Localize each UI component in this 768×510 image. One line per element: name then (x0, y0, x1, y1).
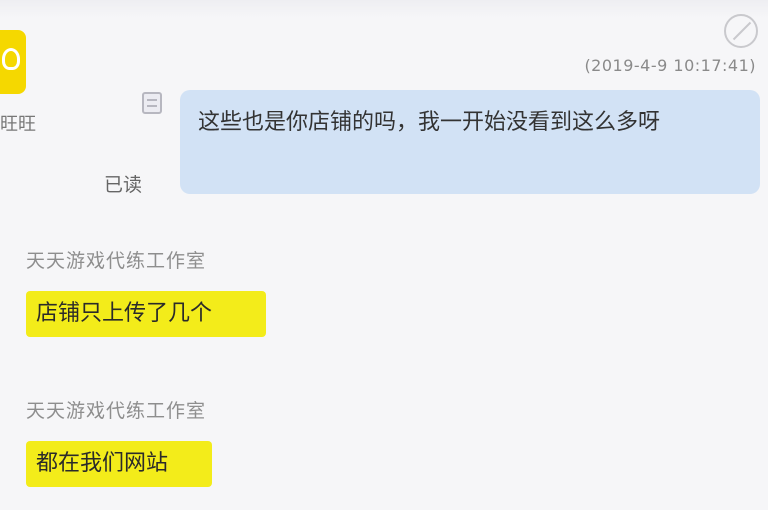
incoming-sender-name: 天天游戏代练工作室 (26, 250, 207, 272)
outgoing-message-bubble[interactable]: 这些也是你店铺的吗，我一开始没看到这么多呀 (180, 90, 760, 194)
outgoing-message-text: 这些也是你店铺的吗，我一开始没看到这么多呀 (198, 110, 661, 135)
read-status: 已读 (104, 174, 143, 196)
contact-avatar-icon[interactable] (0, 30, 26, 94)
message-timestamp: (2019-4-9 10:17:41) (584, 56, 756, 75)
avatar-glyph (2, 48, 20, 70)
incoming-message-bubble[interactable]: 店铺只上传了几个 (26, 291, 266, 337)
incoming-message-bubble[interactable]: 都在我们网站 (26, 441, 212, 487)
expand-icon[interactable] (724, 14, 758, 48)
top-edge (0, 0, 768, 18)
message-icon (142, 92, 162, 114)
incoming-sender-name: 天天游戏代练工作室 (26, 400, 207, 422)
contact-label: 旺旺 (0, 114, 36, 135)
